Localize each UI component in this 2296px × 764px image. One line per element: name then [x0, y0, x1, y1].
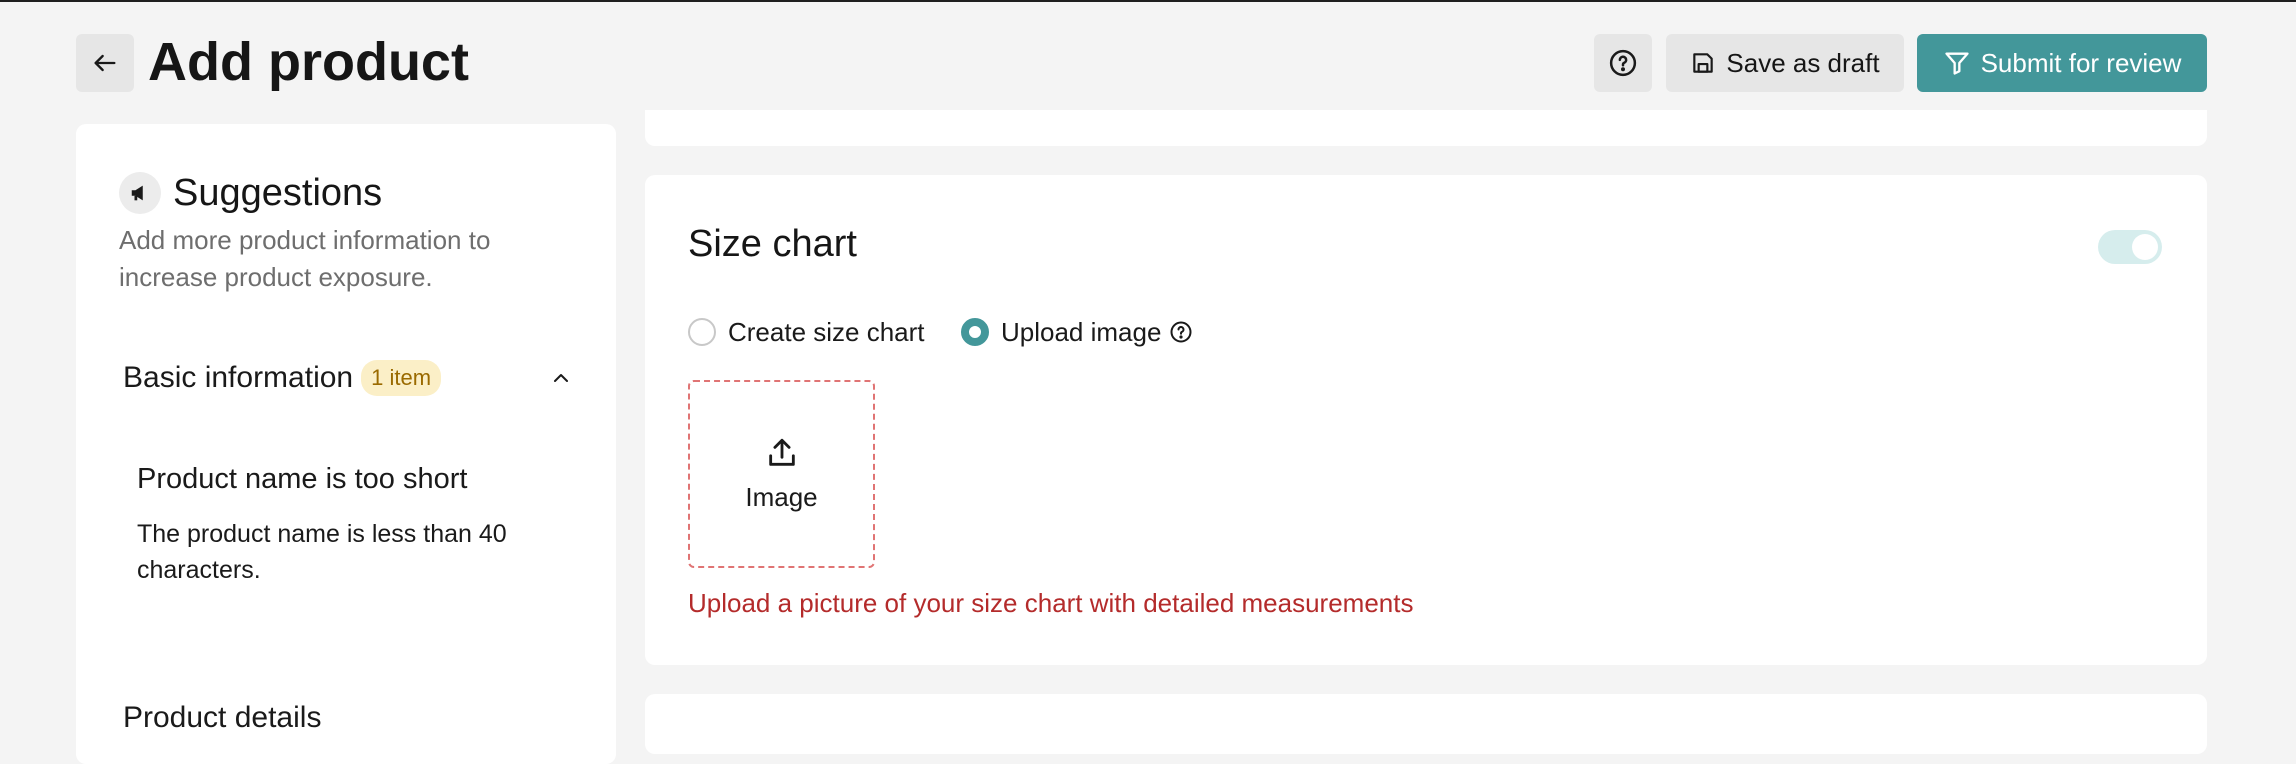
- issue-title: Product name is too short: [137, 463, 468, 495]
- image-upload-dropzone[interactable]: Image: [688, 380, 875, 568]
- page-title: Add product: [148, 32, 469, 92]
- radio-label: Create size chart: [728, 316, 925, 347]
- window-top-border: [0, 0, 2296, 2]
- save-draft-button[interactable]: Save as draft: [1666, 34, 1904, 92]
- upload-label: Image: [745, 481, 818, 512]
- radio-upload-image[interactable]: Upload image: [961, 314, 1193, 350]
- section-product-details[interactable]: Product details: [123, 696, 321, 740]
- chevron-up-icon: [554, 374, 568, 382]
- size-chart-title: Size chart: [688, 223, 857, 265]
- radio-create-size-chart[interactable]: Create size chart: [688, 314, 925, 350]
- upload-icon: [768, 438, 795, 466]
- upload-error-message: Upload a picture of your size chart with…: [688, 588, 1414, 618]
- size-chart-toggle[interactable]: [2098, 230, 2162, 264]
- arrow-left-icon: [94, 54, 116, 72]
- section-label: Basic information: [123, 361, 354, 394]
- suggestions-title: Suggestions: [173, 172, 383, 214]
- help-button[interactable]: [1594, 34, 1652, 92]
- radio-circle-selected: [961, 318, 989, 346]
- previous-card: [645, 110, 2207, 146]
- next-card: [645, 694, 2207, 754]
- megaphone-icon: [119, 172, 161, 214]
- toggle-knob: [2132, 234, 2158, 260]
- issue-description: The product name is less than 40 charact…: [137, 520, 507, 584]
- count-badge: 1 item: [361, 360, 442, 396]
- suggestions-panel: Suggestions Add more product information…: [76, 124, 616, 764]
- question-circle-icon[interactable]: [1169, 320, 1193, 344]
- submit-review-label: Submit for review: [1980, 47, 2182, 78]
- send-icon: [1944, 52, 1969, 75]
- size-chart-card: Size chart Create size chart Upload imag…: [645, 175, 2207, 665]
- radio-circle: [688, 318, 716, 346]
- radio-label: Upload image: [1001, 316, 1162, 347]
- section-basic-information[interactable]: Basic information 1 item: [123, 356, 573, 400]
- save-icon: [1693, 53, 1714, 73]
- submit-review-button[interactable]: Submit for review: [1917, 34, 2207, 92]
- suggestions-subtitle: Add more product information to increase…: [119, 225, 491, 292]
- back-button[interactable]: [76, 34, 134, 92]
- save-draft-label: Save as draft: [1726, 47, 1880, 78]
- question-circle-icon: [1609, 49, 1637, 77]
